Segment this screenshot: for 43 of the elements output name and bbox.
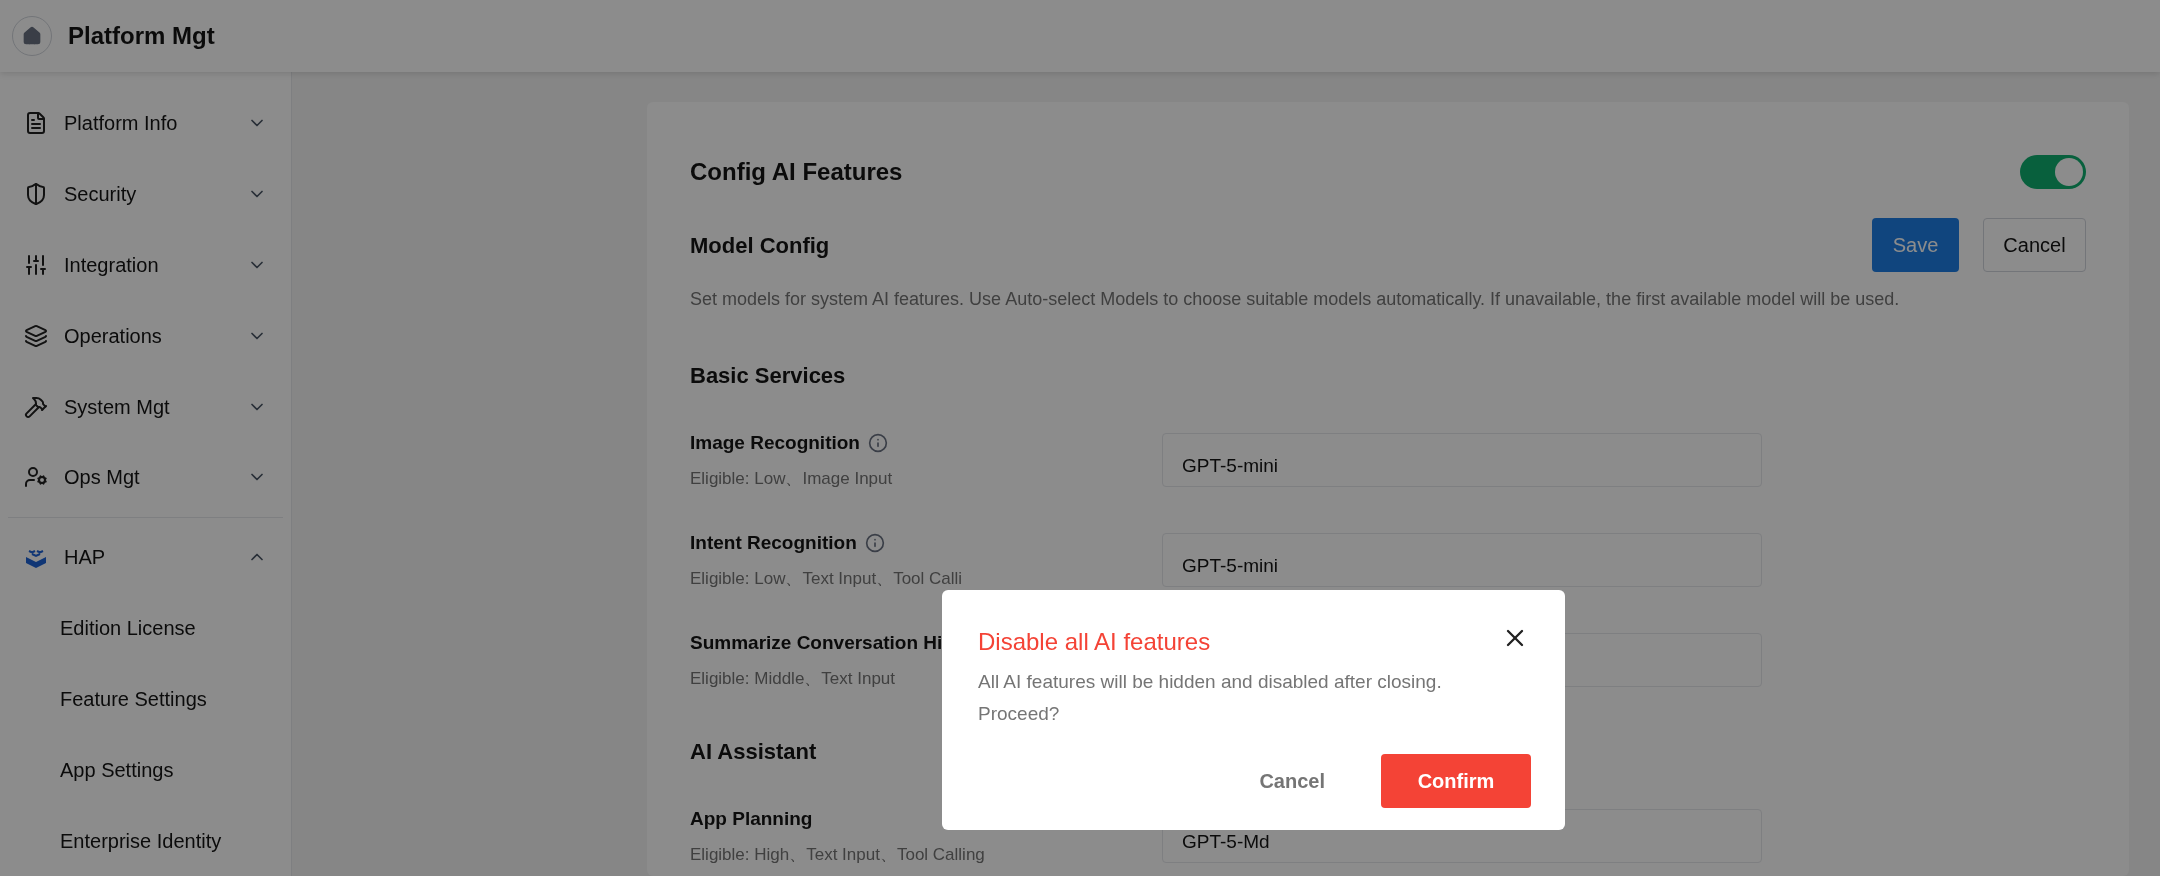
feature-label: Summarize Conversation Hi: [690, 631, 943, 655]
info-icon[interactable]: [864, 533, 885, 554]
confirm-button[interactable]: Confirm: [1381, 754, 1531, 808]
sidebar-subitem[interactable]: Enterprise Identity: [0, 805, 291, 876]
dialog-message: All AI features will be hidden and disabled after closing. Proceed?: [978, 670, 1443, 726]
sidebar-item[interactable]: Operations: [0, 300, 291, 372]
eligibility-text: Eligible: Middle、Text Input: [690, 667, 896, 690]
sidebar-subitem[interactable]: App Settings: [0, 734, 291, 806]
dialog-title: Disable all AI features: [978, 627, 1211, 657]
model-select[interactable]: GPT-5-mini: [1162, 433, 1762, 487]
hammer-icon: [24, 394, 48, 419]
sidebar-item[interactable]: Ops Mgt: [0, 442, 291, 513]
toggle-knob: [2055, 158, 2083, 186]
info-icon[interactable]: [867, 433, 888, 454]
dialog-cancel-button[interactable]: Cancel: [1243, 754, 1341, 808]
group-title: Basic Services: [690, 362, 846, 390]
layers-icon: [24, 323, 48, 348]
card-title: Config AI Features: [690, 157, 903, 187]
eligibility-text: Eligible: High、Text Input、Tool Calling: [690, 843, 985, 866]
document-icon: [24, 111, 48, 136]
feature-label: App Planning: [690, 807, 813, 831]
sidebar-subitem[interactable]: Edition License: [0, 592, 291, 664]
sidebar-item[interactable]: Integration: [0, 229, 291, 301]
page-title: Platform Mgt: [68, 21, 215, 51]
home-icon: [22, 26, 42, 46]
model-select[interactable]: GPT-5-mini: [1162, 533, 1762, 587]
description-text: Set models for system AI features. Use Auto-select Models to choose suitable models automatically. If unavailable, the first available model will be used.: [690, 288, 1901, 311]
cancel-button[interactable]: Cancel: [1983, 218, 2086, 272]
feature-label: Intent Recognition: [690, 531, 857, 555]
sidebar-subitem[interactable]: Feature Settings: [0, 663, 291, 735]
sidebar-item[interactable]: Platform Info: [0, 88, 291, 159]
sliders-icon: [24, 253, 48, 278]
group-title: AI Assistant: [690, 738, 817, 766]
shield-icon: [24, 182, 48, 207]
feature-label: Image Recognition: [690, 431, 860, 455]
toggle-switch[interactable]: [2020, 155, 2086, 189]
section-title: Model Config: [690, 231, 830, 260]
eligibility-text: Eligible: Low、Text Input、Tool Calli: [690, 567, 963, 590]
sidebar-item[interactable]: HAP: [0, 521, 291, 593]
user-gear-icon: [24, 465, 48, 490]
sidebar-item[interactable]: Security: [0, 158, 291, 230]
sidebar-item[interactable]: System Mgt: [0, 371, 291, 443]
eligibility-text: Eligible: Low、Image Input: [690, 467, 893, 490]
